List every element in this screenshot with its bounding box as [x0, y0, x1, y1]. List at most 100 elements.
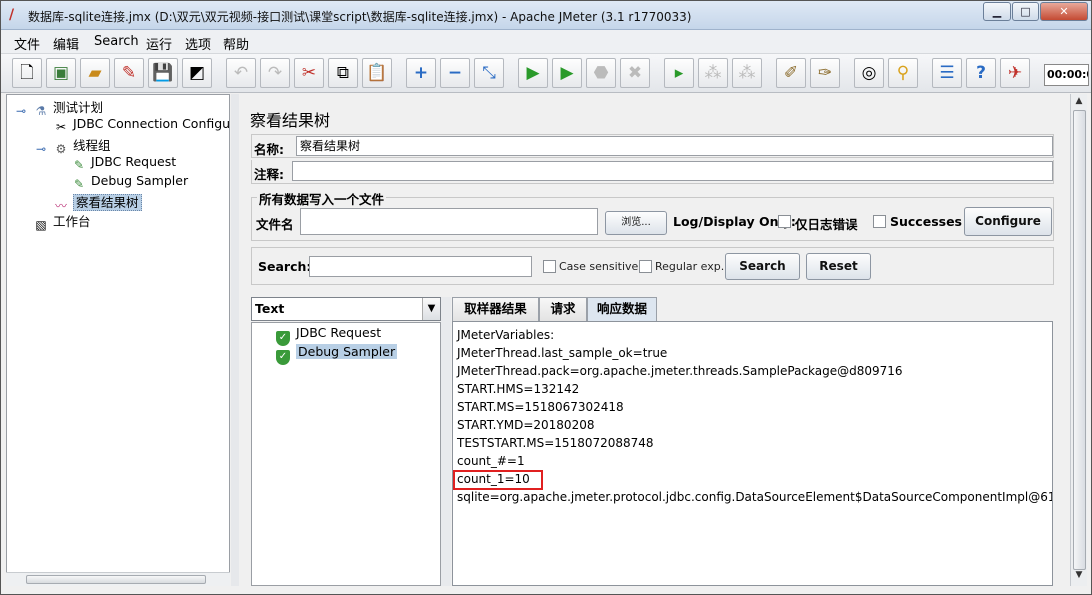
tree-node-jdbc-request[interactable]: ✎ JDBC Request	[71, 154, 176, 173]
result-item-jdbc-request[interactable]: ✓ JDBC Request	[276, 325, 381, 346]
response-line: START.HMS=132142	[457, 382, 580, 396]
response-line: count_#=1	[457, 454, 525, 468]
result-item-debug-sampler[interactable]: ✓ Debug Sampler	[276, 344, 398, 365]
maximize-button[interactable]: □	[1012, 2, 1039, 21]
save-as-icon[interactable]: ◩	[182, 58, 212, 88]
configure-button[interactable]: Configure	[964, 207, 1052, 236]
pipette-icon: ✎	[73, 177, 85, 191]
start-no-pause-icon[interactable]: ▶	[552, 58, 582, 88]
regular-exp-checkbox[interactable]	[639, 260, 652, 273]
regular-exp-label: Regular exp.	[655, 260, 725, 273]
menu-run[interactable]: 运行	[146, 34, 172, 53]
scroll-up-icon[interactable]: ▲	[1073, 96, 1085, 108]
tree-node-workbench[interactable]: ▧ 工作台	[33, 211, 91, 233]
toggle-icon[interactable]: ⤡	[474, 58, 504, 88]
comment-row: 注释:	[251, 160, 1054, 184]
response-line: START.YMD=20180208	[457, 418, 595, 432]
chevron-down-icon[interactable]: ▼	[422, 298, 440, 320]
search-binoculars-icon[interactable]: ◎	[854, 58, 884, 88]
paste-icon[interactable]: 📋	[362, 58, 392, 88]
panel-vertical-scrollbar[interactable]: ▲ ▼	[1070, 94, 1087, 586]
scroll-thumb[interactable]	[1073, 110, 1086, 570]
redo-icon[interactable]: ↷	[260, 58, 290, 88]
tree-node-jdbc-config[interactable]: ✂ JDBC Connection Configura	[53, 116, 229, 135]
menu-help[interactable]: 帮助	[223, 34, 249, 53]
scroll-down-icon[interactable]: ▼	[1073, 570, 1085, 582]
remote-shutdown-icon[interactable]: ⁂	[732, 58, 762, 88]
test-plan-tree: ⊸ ⚗ 测试计划 ✂ JDBC Connection Configura ⊸ ⚙ 线程组 …	[6, 94, 230, 586]
tree-label: Debug Sampler	[91, 173, 189, 188]
tree-expander-icon[interactable]: ⊸	[13, 103, 29, 119]
new-icon[interactable]: 🗋	[12, 58, 42, 88]
tree-expander-icon[interactable]: ⊸	[33, 141, 49, 157]
name-input[interactable]: 察看结果树	[296, 136, 1053, 156]
main-splitter[interactable]	[231, 94, 239, 586]
renderer-value: Text	[255, 301, 285, 316]
case-sensitive-checkbox[interactable]	[543, 260, 556, 273]
comment-input[interactable]	[292, 161, 1053, 181]
window-title: 数据库-sqlite连接.jmx (D:\双元\双元视频-接口测试\课堂scri…	[28, 10, 692, 24]
filename-input[interactable]	[300, 208, 598, 235]
undo-icon[interactable]: ↶	[226, 58, 256, 88]
result-tree-panel: 察看结果树 名称: 察看结果树 注释: 所有数据写入一个文件 文件名 浏览...…	[240, 94, 1070, 586]
reset-search-broom-icon[interactable]: ⚲	[888, 58, 918, 88]
remote-start-icon[interactable]: ▸	[664, 58, 694, 88]
templates-icon[interactable]: ▣	[46, 58, 76, 88]
open-icon[interactable]: ▰	[80, 58, 110, 88]
browse-button[interactable]: 浏览...	[605, 211, 667, 235]
flask-icon: ⚗	[35, 104, 47, 118]
save-icon[interactable]: 💾	[148, 58, 178, 88]
jmeter-logo-icon: /	[9, 7, 15, 23]
search-input[interactable]	[309, 256, 532, 277]
menu-edit[interactable]: 编辑	[53, 34, 79, 53]
sampler-result-list: ✓ JDBC Request ✓ Debug Sampler	[251, 322, 441, 586]
tree-horizontal-scrollbar[interactable]	[6, 572, 230, 586]
log-viewer-icon[interactable]: ✈	[1000, 58, 1030, 88]
reset-button[interactable]: Reset	[806, 253, 871, 280]
collapse-icon[interactable]: −	[440, 58, 470, 88]
response-line: JMeterThread.last_sample_ok=true	[457, 346, 668, 360]
copy-icon[interactable]: ⧉	[328, 58, 358, 88]
remote-stop-icon[interactable]: ⁂	[698, 58, 728, 88]
menu-search[interactable]: Search	[94, 34, 139, 49]
tree-label: JDBC Request	[91, 154, 177, 169]
function-helper-icon[interactable]: ☰	[932, 58, 962, 88]
start-icon[interactable]: ▶	[518, 58, 548, 88]
search-button[interactable]: Search	[725, 253, 800, 280]
successes-checkbox[interactable]	[873, 215, 886, 228]
expand-icon[interactable]: +	[406, 58, 436, 88]
name-row: 名称: 察看结果树	[251, 134, 1054, 158]
elapsed-timer: 00:00:0	[1044, 64, 1089, 86]
renderer-select[interactable]: Text ▼	[251, 297, 441, 321]
response-line: START.MS=1518067302418	[457, 400, 624, 414]
help-icon[interactable]: ?	[966, 58, 996, 88]
results-splitter[interactable]	[441, 297, 451, 586]
tab-response-data[interactable]: 响应数据	[587, 297, 657, 321]
menu-options[interactable]: 选项	[185, 34, 211, 53]
close-file-icon[interactable]: ✎	[114, 58, 144, 88]
errors-label: 仅日志错误	[795, 217, 858, 232]
minimize-button[interactable]: ▁	[983, 2, 1011, 21]
tree-label: 察看结果树	[73, 194, 142, 211]
shutdown-icon[interactable]: ✖	[620, 58, 650, 88]
clear-icon[interactable]: ✐	[776, 58, 806, 88]
stop-icon[interactable]: ⬣	[586, 58, 616, 88]
success-shield-icon: ✓	[276, 350, 290, 365]
errors-checkbox[interactable]	[778, 215, 791, 228]
tree-label: 工作台	[53, 214, 91, 229]
tab-sampler-result[interactable]: 取样器结果	[452, 297, 539, 321]
response-data-text: JMeterVariables: JMeterThread.last_sampl…	[452, 321, 1053, 586]
response-line: sqlite=org.apache.jmeter.protocol.jdbc.c…	[457, 490, 1053, 504]
search-group: Search: Case sensitive Regular exp. Sear…	[251, 247, 1054, 285]
menu-bar: 文件 编辑 Search 运行 选项 帮助	[1, 30, 1091, 54]
clear-all-icon[interactable]: ✑	[810, 58, 840, 88]
tree-node-debug-sampler[interactable]: ✎ Debug Sampler	[71, 173, 188, 192]
close-button[interactable]: ✕	[1040, 2, 1088, 21]
cut-icon[interactable]: ✂	[294, 58, 324, 88]
scroll-thumb[interactable]	[26, 575, 206, 584]
menu-file[interactable]: 文件	[14, 34, 40, 53]
result-tabs: 取样器结果 请求 响应数据	[452, 297, 1056, 321]
tab-request[interactable]: 请求	[539, 297, 587, 321]
file-group: 所有数据写入一个文件 文件名 浏览... Log/Display Only: 仅…	[251, 189, 1054, 241]
workbench-icon: ▧	[35, 218, 47, 232]
